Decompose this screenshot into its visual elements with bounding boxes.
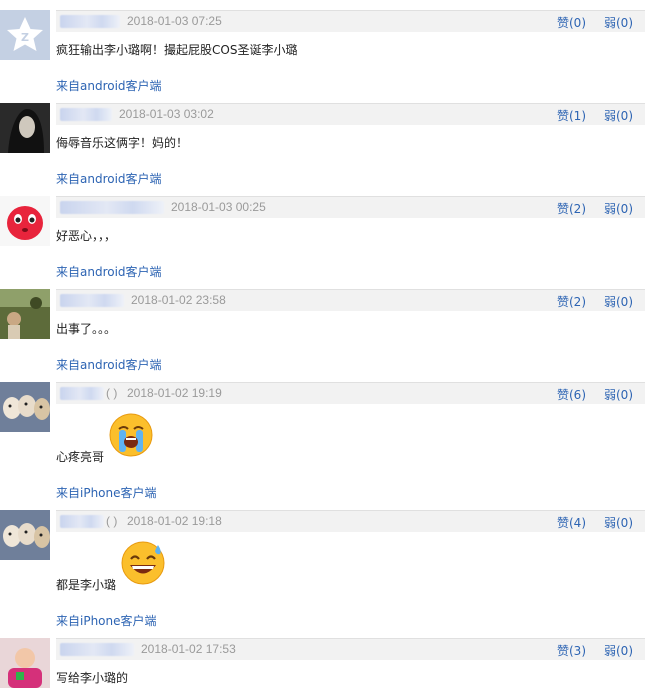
cartoon-avatar xyxy=(0,196,50,246)
dogs-photo-avatar xyxy=(0,510,50,560)
username-blurred[interactable] xyxy=(60,387,104,400)
username-blurred[interactable] xyxy=(60,515,104,528)
like-button[interactable]: 赞(3) xyxy=(557,642,586,659)
timestamp: 2018-01-03 07:25 xyxy=(127,14,222,28)
avatar[interactable] xyxy=(0,103,50,153)
like-button[interactable]: 赞(2) xyxy=(557,200,586,217)
comment-text: 写给李小璐的 xyxy=(56,671,129,685)
source-link[interactable]: 来自iPhone客户端 xyxy=(56,612,157,629)
source-link[interactable]: 来自android客户端 xyxy=(56,356,162,373)
like-button[interactable]: 赞(6) xyxy=(557,386,586,403)
svg-text:Z: Z xyxy=(21,31,29,44)
comment-text: 心疼亮哥 xyxy=(56,450,105,464)
dislike-button[interactable]: 弱(0) xyxy=(604,293,633,310)
comment-text: 好恶心，，， xyxy=(56,229,117,243)
like-button[interactable]: 赞(1) xyxy=(557,107,586,124)
timestamp: 2018-01-03 03:02 xyxy=(119,107,214,121)
comment-header: 2018-01-02 17:53 赞(3) 弱(0) xyxy=(56,638,645,660)
comment-text: 疯狂输出李小璐啊！撮起屁股COS圣诞李小璐 xyxy=(56,43,298,57)
timestamp: 2018-01-02 23:58 xyxy=(131,293,226,307)
comment-text: 出事了。。。 xyxy=(56,322,117,336)
source-link[interactable]: 来自android客户端 xyxy=(56,170,162,187)
comment-header: 2018-01-03 00:25 赞(2) 弱(0) xyxy=(56,196,645,218)
photo-avatar xyxy=(0,289,50,339)
like-button[interactable]: 赞(2) xyxy=(557,293,586,310)
comment-header: 2018-01-03 03:02 赞(1) 弱(0) xyxy=(56,103,645,125)
comment-header: ( ) 2018-01-02 19:19 赞(6) 弱(0) xyxy=(56,382,645,404)
avatar[interactable] xyxy=(0,382,50,432)
sweat-smile-emoji-icon xyxy=(121,541,165,585)
dislike-button[interactable]: 弱(0) xyxy=(604,200,633,217)
dogs-photo-avatar xyxy=(0,382,50,432)
crying-emoji-icon xyxy=(109,413,153,457)
username-blurred[interactable] xyxy=(60,201,164,214)
dislike-button[interactable]: 弱(0) xyxy=(604,14,633,31)
username-blurred[interactable] xyxy=(60,643,134,656)
avatar[interactable] xyxy=(0,196,50,246)
comment-text: 侮辱音乐这俩字！妈的！ xyxy=(56,136,189,150)
avatar[interactable]: Z xyxy=(0,10,50,60)
dislike-button[interactable]: 弱(0) xyxy=(604,386,633,403)
timestamp: 2018-01-03 00:25 xyxy=(171,200,266,214)
source-link[interactable]: 来自android客户端 xyxy=(56,77,162,94)
like-button[interactable]: 赞(0) xyxy=(557,14,586,31)
avatar[interactable] xyxy=(0,638,50,688)
timestamp: 2018-01-02 19:19 xyxy=(127,386,222,400)
source-link[interactable]: 来自iPhone客户端 xyxy=(56,484,157,501)
username-blurred[interactable] xyxy=(60,15,120,28)
dislike-button[interactable]: 弱(0) xyxy=(604,642,633,659)
username-suffix: ( ) xyxy=(106,514,118,528)
source-link[interactable]: 来自android客户端 xyxy=(56,263,162,280)
username-blurred[interactable] xyxy=(60,294,124,307)
photo-avatar xyxy=(0,103,50,153)
photo-avatar xyxy=(0,638,50,688)
comment-header: 2018-01-03 07:25 赞(0) 弱(0) xyxy=(56,10,645,32)
username-suffix: ( ) xyxy=(106,386,118,400)
timestamp: 2018-01-02 17:53 xyxy=(141,642,236,656)
username-blurred[interactable] xyxy=(60,108,112,121)
comment-text: 都是李小璐 xyxy=(56,578,117,592)
like-button[interactable]: 赞(4) xyxy=(557,514,586,531)
avatar[interactable] xyxy=(0,510,50,560)
dislike-button[interactable]: 弱(0) xyxy=(604,107,633,124)
dislike-button[interactable]: 弱(0) xyxy=(604,514,633,531)
comment-header: ( ) 2018-01-02 19:18 赞(4) 弱(0) xyxy=(56,510,645,532)
default-avatar-icon: Z xyxy=(0,10,50,60)
avatar[interactable] xyxy=(0,289,50,339)
comment-header: 2018-01-02 23:58 赞(2) 弱(0) xyxy=(56,289,645,311)
timestamp: 2018-01-02 19:18 xyxy=(127,514,222,528)
